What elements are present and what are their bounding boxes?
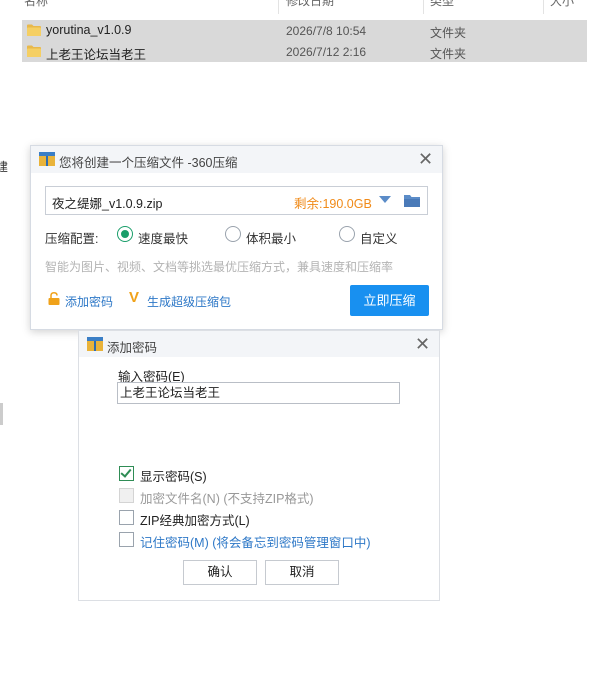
confirm-button[interactable]: 确认 (183, 560, 257, 585)
column-separator[interactable] (543, 0, 544, 14)
lock-icon (48, 292, 60, 305)
file-name: 上老王论坛当老王 (46, 48, 147, 62)
password-dialog: 添加密码 ✕ 输入密码(E) 上老王论坛当老王 显示密码(S) 加密文件名(N)… (78, 330, 440, 601)
browse-folder-icon[interactable] (404, 194, 420, 207)
archive-path-value: 夜之缇娜_v1.0.9.zip (52, 197, 163, 211)
super-pack-link[interactable]: 生成超级压缩包 (147, 293, 231, 310)
file-row[interactable]: 上老王论坛当老王 2026/7/12 2:16 文件夹 (22, 41, 587, 62)
compress-dialog-title: 您将创建一个压缩文件 -360压缩 (59, 156, 238, 170)
360zip-app-icon (39, 152, 55, 166)
show-password-label[interactable]: 显示密码(S) (140, 466, 207, 485)
close-icon[interactable]: ✕ (415, 335, 430, 353)
file-row[interactable]: yorutina_v1.0.9 2026/7/8 10:54 文件夹 (22, 20, 587, 41)
360zip-app-icon (87, 337, 103, 351)
radio-custom[interactable] (339, 226, 355, 242)
remember-password-label[interactable]: 记住密码(M) (将会备忘到密码管理窗口中) (140, 532, 371, 551)
radio-smallest-label[interactable]: 体积最小 (246, 228, 296, 247)
radio-fastest-label[interactable]: 速度最快 (138, 228, 188, 247)
show-password-checkbox[interactable] (119, 466, 134, 481)
sidebar-edge-text: 建 (0, 160, 9, 174)
free-space-text: 剩余:190.0GB (294, 197, 372, 211)
zip-classic-encryption-checkbox[interactable] (119, 510, 134, 525)
radio-smallest[interactable] (225, 226, 241, 242)
password-dialog-title: 添加密码 (107, 341, 158, 355)
column-separator[interactable] (278, 0, 279, 14)
file-type: 文件夹 (430, 47, 467, 61)
file-date: 2026/7/8 10:54 (286, 24, 367, 38)
remember-password-checkbox[interactable] (119, 532, 134, 547)
compress-dialog-titlebar[interactable]: 您将创建一个压缩文件 -360压缩 ✕ (31, 146, 442, 173)
encrypt-filenames-label: 加密文件名(N) (不支持ZIP格式) (140, 492, 314, 506)
chevron-down-icon[interactable] (379, 196, 391, 203)
zip-classic-encryption-label[interactable]: ZIP经典加密方式(L) (140, 510, 250, 529)
sidebar-edge-marker (0, 403, 3, 425)
column-header-modified[interactable]: 修改日期 (286, 0, 334, 10)
radio-custom-label[interactable]: 自定义 (360, 228, 398, 247)
compress-config-label: 压缩配置: (45, 232, 99, 246)
file-name: yorutina_v1.0.9 (46, 23, 132, 37)
column-separator[interactable] (423, 0, 424, 14)
add-password-link[interactable]: 添加密码 (65, 293, 113, 310)
cancel-button[interactable]: 取消 (265, 560, 339, 585)
archive-path-input[interactable]: 夜之缇娜_v1.0.9.zip 剩余:190.0GB (45, 186, 428, 215)
password-dialog-titlebar[interactable]: 添加密码 ✕ (79, 331, 439, 357)
encrypt-filenames-checkbox (119, 488, 134, 503)
folder-icon (27, 45, 41, 57)
radio-fastest[interactable] (117, 226, 133, 242)
file-date: 2026/7/12 2:16 (286, 45, 367, 59)
compress-hint-text: 智能为图片、视频、文档等挑选最优压缩方式，兼具速度和压缩率 (45, 260, 394, 274)
column-header-type[interactable]: 类型 (430, 0, 454, 10)
column-header-name[interactable]: 名称 (24, 0, 48, 10)
close-icon[interactable]: ✕ (418, 150, 433, 168)
password-input[interactable]: 上老王论坛当老王 (117, 382, 400, 404)
folder-icon (27, 24, 41, 36)
column-header-size[interactable]: 大小 (550, 0, 574, 10)
vip-v-icon: V (129, 289, 140, 306)
compress-now-button[interactable]: 立即压缩 (350, 285, 429, 316)
file-type: 文件夹 (430, 26, 467, 40)
compress-dialog: 您将创建一个压缩文件 -360压缩 ✕ 夜之缇娜_v1.0.9.zip 剩余:1… (30, 145, 443, 330)
